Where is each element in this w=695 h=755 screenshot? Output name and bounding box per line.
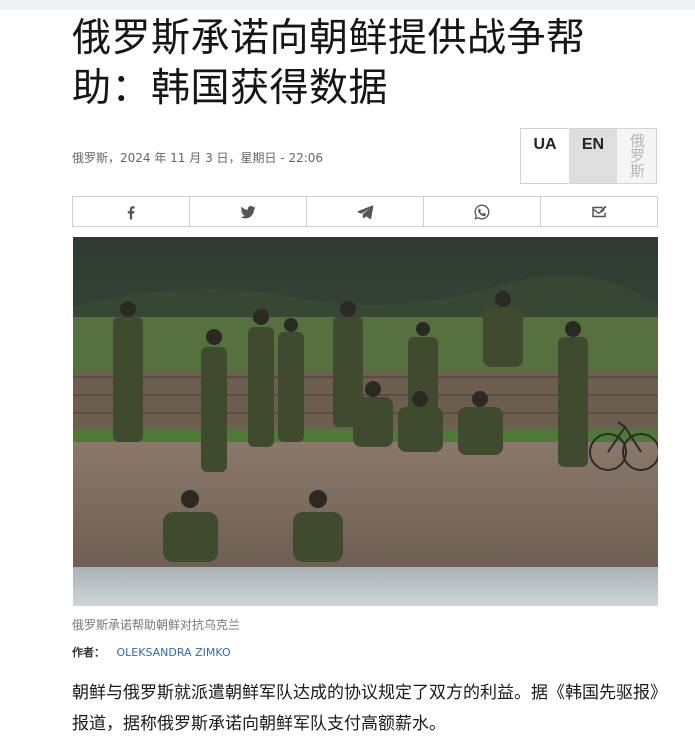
article-photo	[73, 237, 658, 606]
facebook-icon	[127, 205, 135, 219]
lang-en-button[interactable]: EN	[569, 129, 617, 183]
author-link[interactable]: OLEKSANDRA ZIMKO	[117, 646, 231, 659]
photo-caption: 俄罗斯承诺帮助朝鲜对抗乌克兰	[72, 618, 241, 632]
language-switcher: UA EN 俄罗斯	[520, 128, 657, 184]
twitter-icon	[240, 205, 256, 218]
share-facebook-button[interactable]	[73, 197, 190, 226]
share-email-button[interactable]	[541, 197, 657, 226]
email-icon	[592, 205, 607, 217]
author-label: 作者：	[72, 646, 105, 659]
lang-ru-button[interactable]: 俄罗斯	[617, 129, 656, 183]
author-row: 作者： OLEKSANDRA ZIMKO	[72, 644, 231, 660]
whatsapp-icon	[474, 204, 490, 219]
share-bar	[72, 196, 658, 227]
telegram-icon	[357, 205, 374, 219]
article-body: 朝鲜与俄罗斯就派遣朝鲜军队达成的协议规定了双方的利益。据《韩国先驱报》报道，据称…	[72, 683, 659, 734]
lang-ua-button[interactable]: UA	[521, 129, 569, 183]
article-headline: 俄罗斯承诺向朝鲜提供战争帮助：韩国获得数据	[72, 16, 586, 111]
article-meta: 俄罗斯，2024 年 11 月 3 日，星期日 - 22:06	[72, 151, 324, 165]
top-bar	[0, 0, 695, 10]
share-whatsapp-button[interactable]	[424, 197, 541, 226]
share-twitter-button[interactable]	[190, 197, 307, 226]
share-telegram-button[interactable]	[307, 197, 424, 226]
